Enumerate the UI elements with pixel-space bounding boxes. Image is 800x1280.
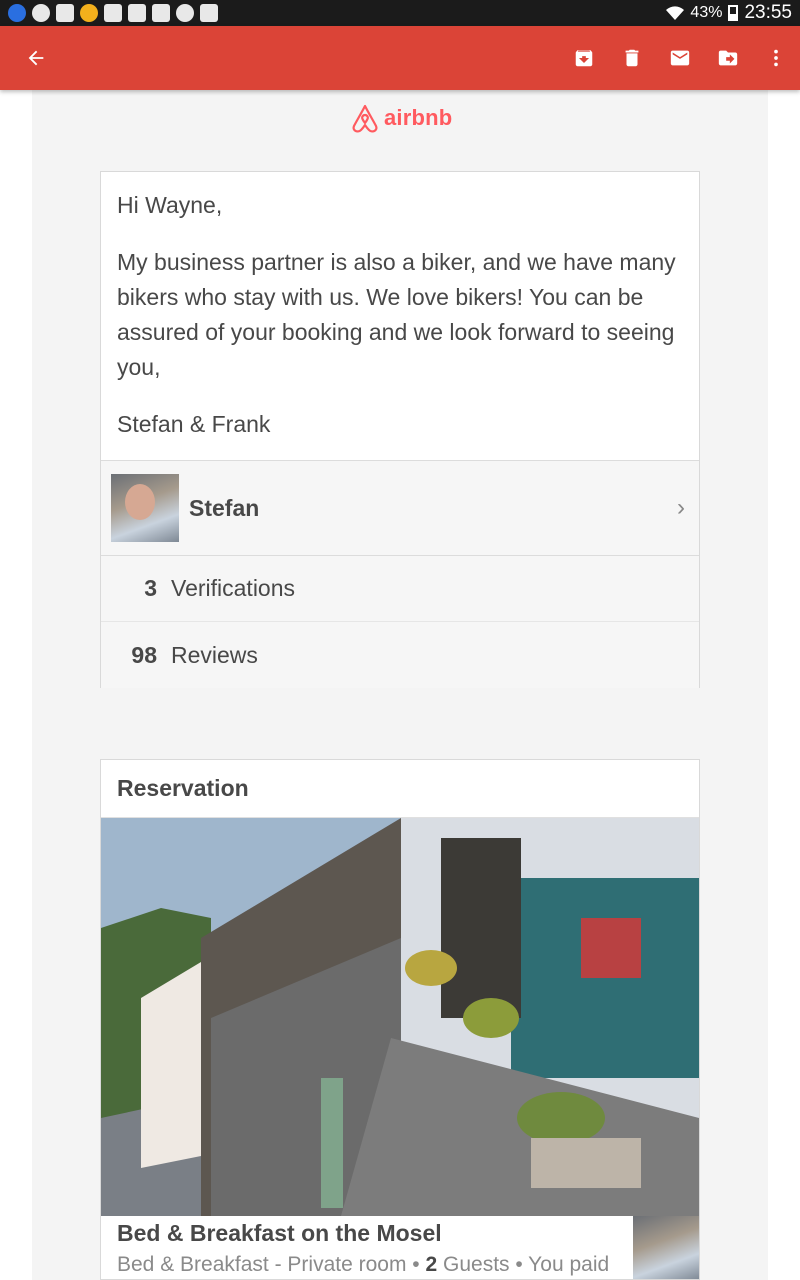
listing-photo-illustration bbox=[101, 818, 699, 1216]
airbnb-logo: airbnb bbox=[350, 102, 452, 134]
listing-summary[interactable]: Bed & Breakfast on the Mosel Bed & Break… bbox=[101, 1216, 699, 1279]
toolbar-actions bbox=[560, 26, 800, 90]
verifications-count: 3 bbox=[144, 575, 157, 601]
more-options-button[interactable] bbox=[752, 26, 800, 90]
move-to-button[interactable] bbox=[704, 26, 752, 90]
back-button[interactable] bbox=[0, 26, 72, 90]
host-thumbnail bbox=[633, 1216, 699, 1279]
listing-title: Bed & Breakfast on the Mosel bbox=[117, 1220, 442, 1246]
reviews-label: Reviews bbox=[171, 641, 258, 668]
host-profile-row[interactable]: Stefan › bbox=[101, 460, 699, 556]
mail-icon bbox=[670, 50, 690, 66]
host-name: Stefan bbox=[189, 494, 260, 521]
skype-icon bbox=[8, 4, 26, 22]
app-notification-icon bbox=[80, 4, 98, 22]
listing-type: Bed & Breakfast - Private room • bbox=[117, 1253, 420, 1276]
messenger-icon bbox=[32, 4, 50, 22]
battery-percent: 43% bbox=[690, 4, 723, 21]
arrow-back-icon bbox=[28, 50, 44, 66]
reservation-card: Reservation Bed & Breakfast on the Mosel… bbox=[100, 759, 700, 1280]
message-body: My business partner is also a biker, and… bbox=[117, 249, 676, 380]
battery-icon bbox=[728, 5, 739, 21]
app-bar bbox=[0, 26, 800, 90]
more-vert-icon bbox=[774, 49, 778, 67]
airbnb-belo-icon bbox=[352, 104, 378, 133]
move-to-icon bbox=[718, 50, 738, 66]
host-avatar bbox=[111, 474, 179, 542]
wifi-icon bbox=[666, 6, 685, 20]
reservation-heading: Reservation bbox=[101, 760, 699, 818]
clock: 23:55 bbox=[744, 2, 792, 23]
chevron-right-icon: › bbox=[677, 494, 685, 521]
play-store-icon bbox=[200, 4, 218, 22]
reviews-row: 98 Reviews bbox=[101, 622, 699, 688]
notification-icons bbox=[8, 4, 218, 22]
clipboard-icon bbox=[152, 4, 170, 22]
youtube-icon bbox=[104, 4, 122, 22]
listing-details: Bed & Breakfast - Private room • 2 Guest… bbox=[117, 1253, 683, 1277]
reviews-count: 98 bbox=[131, 641, 157, 668]
photo-icon bbox=[128, 4, 146, 22]
message-text: Hi Wayne, My business partner is also a … bbox=[101, 172, 699, 442]
guests-suffix: Guests • You paid bbox=[443, 1253, 610, 1276]
verifications-row: 3 Verifications bbox=[101, 556, 699, 622]
signature: Stefan & Frank bbox=[117, 411, 271, 437]
greeting: Hi Wayne, bbox=[117, 192, 223, 218]
brand-name: airbnb bbox=[384, 105, 453, 130]
status-bar: 43% 23:55 bbox=[0, 0, 800, 26]
archive-icon bbox=[575, 50, 593, 67]
message-card: Hi Wayne, My business partner is also a … bbox=[100, 171, 700, 688]
delete-icon bbox=[625, 49, 639, 67]
archive-button[interactable] bbox=[560, 26, 608, 90]
print-icon bbox=[56, 4, 74, 22]
status-right: 43% 23:55 bbox=[666, 2, 792, 24]
delete-button[interactable] bbox=[608, 26, 656, 90]
guests-count: 2 bbox=[425, 1253, 438, 1276]
verifications-label: Verifications bbox=[171, 575, 296, 601]
mark-unread-button[interactable] bbox=[656, 26, 704, 90]
cloud-icon bbox=[176, 4, 194, 22]
listing-photo[interactable] bbox=[101, 818, 699, 1216]
